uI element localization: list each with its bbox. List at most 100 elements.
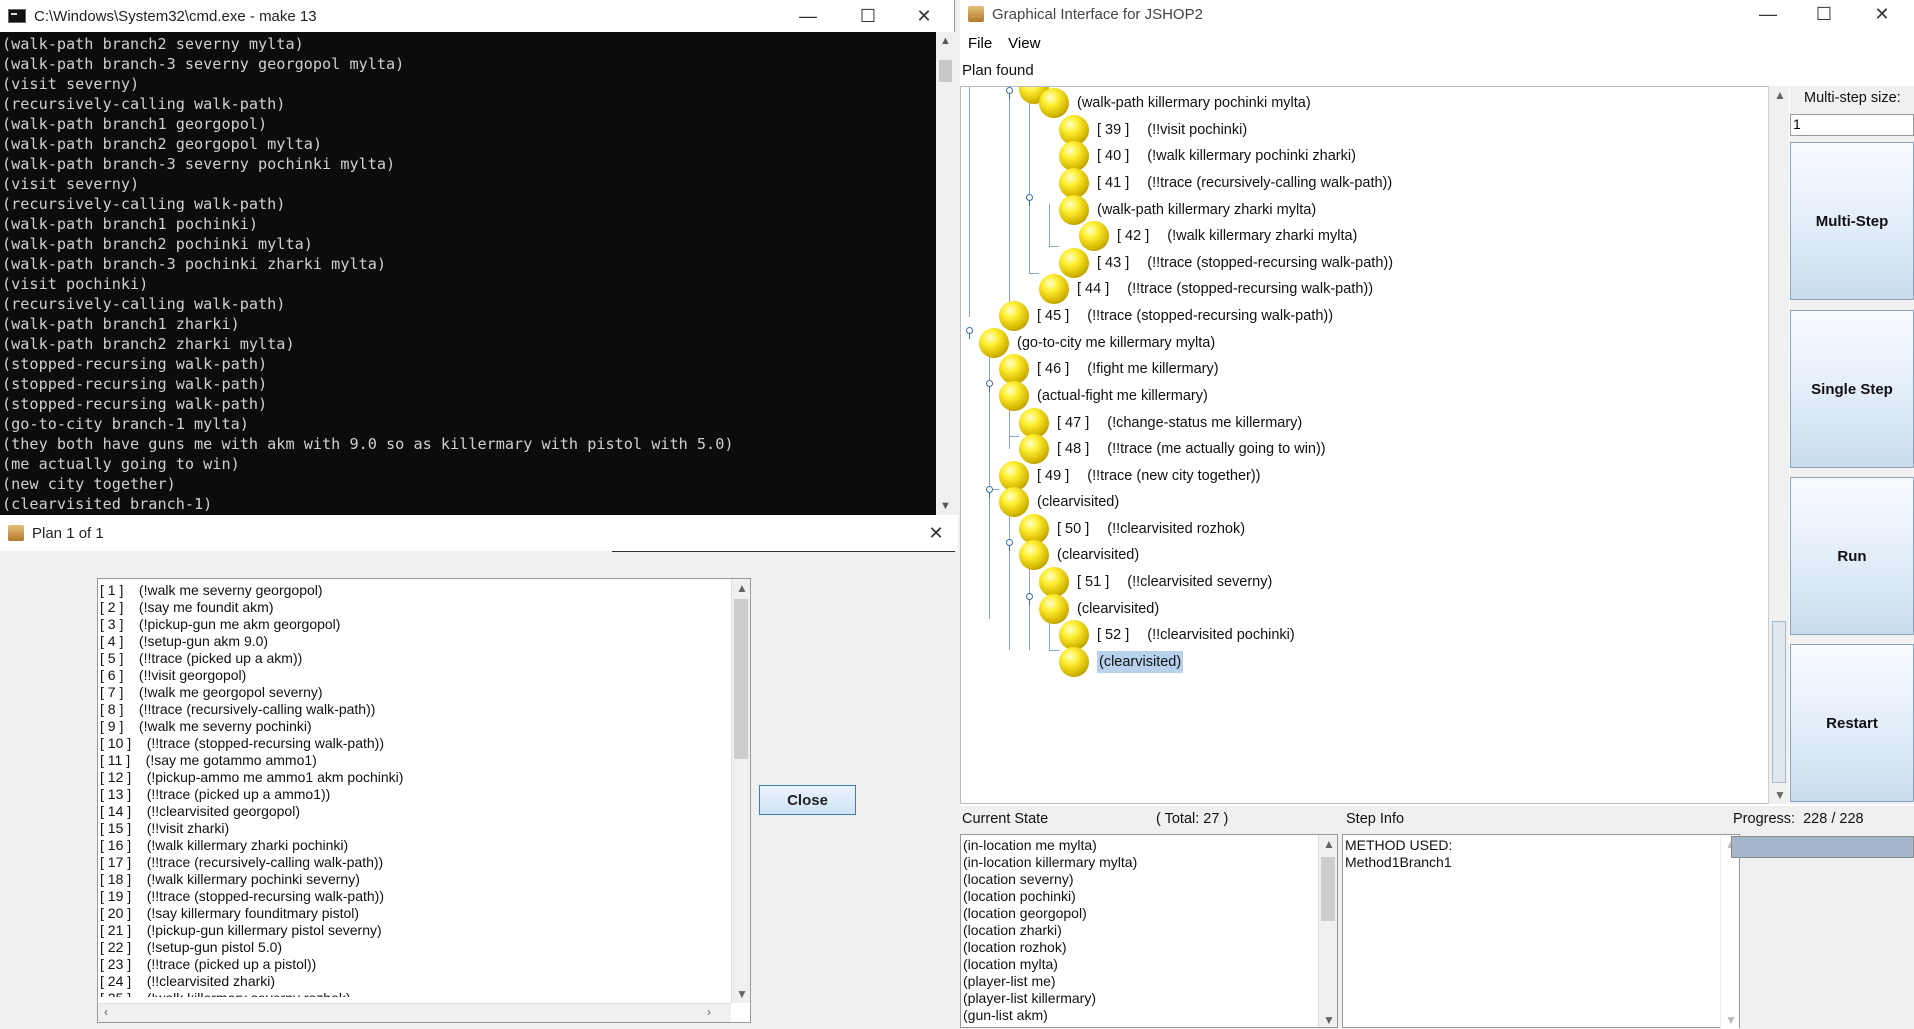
tree-toggle-icon[interactable] — [985, 486, 994, 498]
state-scrollbar[interactable]: ▲ ▼ — [1318, 835, 1337, 1027]
plan-list[interactable]: [ 1 ] (!walk me severny georgopol)[ 2 ] … — [97, 578, 751, 1023]
scroll-right-icon[interactable]: › — [707, 1005, 711, 1019]
tree-toggle-icon[interactable] — [985, 380, 994, 392]
list-item[interactable]: [ 22 ] (!setup-gun pistol 5.0) — [100, 939, 728, 956]
jshop-titlebar[interactable]: Graphical Interface for JSHOP2 — ☐ ✕ — [960, 0, 1914, 28]
list-item[interactable]: [ 1 ] (!walk me severny georgopol) — [100, 582, 728, 599]
list-item[interactable]: [ 4 ] (!setup-gun akm 9.0) — [100, 633, 728, 650]
list-item[interactable]: (location severny) — [963, 871, 1137, 888]
tree-connector — [1049, 246, 1059, 247]
list-item[interactable]: [ 16 ] (!walk killermary zharki pochinki… — [100, 837, 728, 854]
tree-connector — [1009, 500, 1010, 650]
multi-step-button[interactable]: Multi-Step — [1790, 142, 1914, 300]
list-item[interactable]: [ 19 ] (!!trace (stopped-recursing walk-… — [100, 888, 728, 905]
minimize-icon[interactable]: — — [780, 0, 836, 32]
step-info-box[interactable]: METHOD USED: Method1Branch1 ▲ ▼ — [1342, 834, 1740, 1029]
scroll-thumb[interactable] — [1321, 857, 1335, 921]
close-icon[interactable]: ✕ — [1854, 0, 1910, 28]
plan-dialog-title: Plan 1 of 1 — [32, 524, 104, 542]
scroll-up-icon[interactable]: ▲ — [736, 581, 748, 595]
list-item[interactable]: [ 9 ] (!walk me severny pochinki) — [100, 718, 728, 735]
list-item[interactable]: (in-location killermary mylta) — [963, 854, 1137, 871]
tree-toggle-icon[interactable] — [1025, 593, 1034, 605]
scroll-left-icon[interactable]: ‹ — [104, 1005, 108, 1019]
run-button[interactable]: Run — [1790, 477, 1914, 635]
scroll-down-icon[interactable]: ▼ — [736, 987, 748, 1001]
list-item[interactable]: [ 8 ] (!!trace (recursively-calling walk… — [100, 701, 728, 718]
list-item[interactable]: [ 20 ] (!say killermary founditmary pist… — [100, 905, 728, 922]
console-line: (go-to-city branch-1 mylta) — [2, 415, 249, 433]
tree-toggle-icon[interactable] — [1005, 87, 1014, 99]
close-icon[interactable]: ✕ — [896, 0, 952, 32]
scroll-down-icon[interactable]: ▼ — [1725, 1013, 1737, 1027]
list-item[interactable]: [ 7 ] (!walk me georgopol severny) — [100, 684, 728, 701]
list-item[interactable]: [ 5 ] (!!trace (picked up a akm)) — [100, 650, 728, 667]
list-item[interactable]: [ 3 ] (!pickup-gun me akm georgopol) — [100, 616, 728, 633]
list-item[interactable]: [ 25 ] (!walk killermary severny rozhok) — [100, 990, 728, 997]
console-line: (stopped-recursing walk-path) — [2, 375, 268, 393]
console-scrollbar[interactable]: ▲ ▼ — [936, 32, 955, 515]
list-item[interactable]: (location zharki) — [963, 922, 1137, 939]
scroll-thumb[interactable] — [734, 599, 748, 759]
list-item[interactable]: [ 13 ] (!!trace (picked up a ammo1)) — [100, 786, 728, 803]
list-item[interactable]: [ 24 ] (!!clearvisited zharki) — [100, 973, 728, 990]
list-item[interactable]: (location pochinki) — [963, 888, 1137, 905]
list-item[interactable]: (location rozhok) — [963, 939, 1137, 956]
list-item[interactable]: [ 2 ] (!say me foundit akm) — [100, 599, 728, 616]
list-item[interactable]: (in-location me mylta) — [963, 837, 1137, 854]
scroll-down-icon[interactable]: ▼ — [1323, 1013, 1335, 1027]
list-item[interactable]: [ 14 ] (!!clearvisited georgopol) — [100, 803, 728, 820]
list-item[interactable]: (player-list me) — [963, 973, 1137, 990]
list-item[interactable]: [ 12 ] (!pickup-ammo me ammo1 akm pochin… — [100, 769, 728, 786]
cmd-titlebar[interactable]: C:\Windows\System32\cmd.exe - make 13 — … — [0, 0, 954, 32]
node-label: (go-to-city me killermary mylta) — [1017, 335, 1216, 351]
list-item[interactable]: [ 15 ] (!!visit zharki) — [100, 820, 728, 837]
scroll-down-icon[interactable]: ▼ — [936, 497, 955, 515]
list-item[interactable]: [ 21 ] (!pickup-gun killermary pistol se… — [100, 922, 728, 939]
plan-titlebar[interactable]: Plan 1 of 1 ✕ — [0, 515, 958, 551]
console-output[interactable]: (walk-path branch2 severny mylta) (walk-p… — [0, 32, 936, 515]
scroll-up-icon[interactable]: ▲ — [936, 32, 955, 50]
scroll-up-icon[interactable]: ▲ — [1323, 837, 1335, 851]
current-state-list[interactable]: (in-location me mylta) (in-location kille… — [960, 834, 1338, 1028]
plan-hscrollbar[interactable]: ‹ › — [98, 1003, 731, 1022]
tree-scrollbar[interactable]: ▲ ▼ — [1768, 86, 1789, 804]
node-number: [ 41 ] — [1097, 175, 1130, 191]
node-label: (!!trace (stopped-recursing walk-path)) — [1127, 281, 1374, 297]
node-number: [ 42 ] — [1117, 228, 1150, 244]
list-item[interactable]: [ 10 ] (!!trace (stopped-recursing walk-… — [100, 735, 728, 752]
tree-toggle-icon[interactable] — [965, 327, 974, 339]
list-item[interactable]: (location mylta) — [963, 956, 1137, 973]
maximize-icon[interactable]: ☐ — [1796, 0, 1852, 28]
close-icon[interactable]: ✕ — [908, 515, 964, 551]
scroll-thumb[interactable] — [939, 60, 952, 82]
menu-view[interactable]: View — [1000, 35, 1048, 52]
list-item[interactable]: [ 6 ] (!!visit georgopol) — [100, 667, 728, 684]
list-item[interactable]: [ 11 ] (!say me gotammo ammo1) — [100, 752, 728, 769]
list-item[interactable]: [ 17 ] (!!trace (recursively-calling wal… — [100, 854, 728, 871]
multistep-size-input[interactable]: 1 — [1790, 114, 1914, 136]
restart-button[interactable]: Restart — [1790, 644, 1914, 802]
close-button[interactable]: Close — [759, 785, 856, 815]
menu-bar: File View — [960, 28, 1914, 58]
tree-toggle-icon[interactable] — [1025, 194, 1034, 206]
list-item[interactable]: [ 23 ] (!!trace (picked up a pistol)) — [100, 956, 728, 973]
scroll-thumb[interactable] — [1772, 621, 1786, 783]
single-step-button[interactable]: Single Step — [1790, 310, 1914, 468]
node-label: (!!clearvisited severny) — [1127, 574, 1273, 590]
scroll-down-icon[interactable]: ▼ — [1774, 788, 1786, 802]
list-item[interactable]: (player-list killermary) — [963, 990, 1137, 1007]
scroll-up-icon[interactable]: ▲ — [1774, 88, 1786, 102]
list-item[interactable]: (gun-list akm) — [963, 1007, 1137, 1024]
plan-tree[interactable]: (walk-path killermary pochinki mylta) [ … — [960, 86, 1770, 804]
node-number: [ 46 ] — [1037, 361, 1070, 377]
step-info-scrollbar[interactable]: ▲ ▼ — [1720, 835, 1739, 1029]
list-item[interactable]: (location georgopol) — [963, 905, 1137, 922]
minimize-icon[interactable]: — — [1740, 0, 1796, 28]
maximize-icon[interactable]: ☐ — [840, 0, 896, 32]
menu-file[interactable]: File — [960, 35, 1000, 52]
plan-vscrollbar[interactable]: ▲ ▼ — [731, 579, 750, 1003]
tree-node-selected[interactable]: (clearvisited) — [1059, 646, 1184, 678]
tree-toggle-icon[interactable] — [1005, 539, 1014, 551]
list-item[interactable]: [ 18 ] (!walk killermary pochinki severn… — [100, 871, 728, 888]
